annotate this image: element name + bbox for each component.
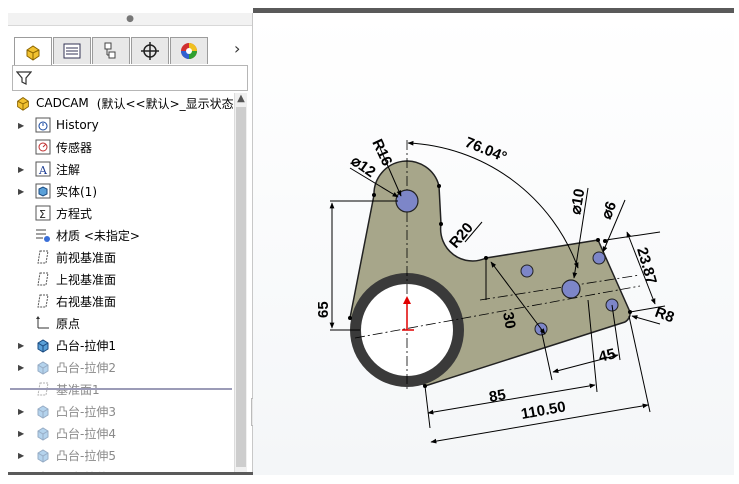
dim-d12[interactable]: ⌀12 (348, 152, 379, 181)
material-icon (34, 226, 52, 244)
expand-arrow-icon[interactable]: ▶ (18, 429, 26, 438)
tree-item[interactable]: ▶ A 注解 (8, 159, 80, 179)
svg-text:Σ: Σ (39, 208, 46, 221)
annotation-icon: A (34, 160, 52, 178)
tree-item-label: 注解 (56, 162, 81, 177)
plane-icon (34, 270, 52, 288)
feature-manager-panel: ● › CADCAM (默认<<默认>_显示状态 ▶ History 传感器 ▶… (8, 13, 253, 475)
tree-item-label: History (56, 118, 99, 132)
expand-arrow-icon[interactable]: ▶ (18, 121, 26, 130)
tree-item-label: 凸台-拉伸5 (56, 448, 116, 463)
expand-arrow-icon[interactable]: ▶ (18, 165, 26, 174)
tree-scrollbar[interactable]: ▲ (234, 93, 247, 475)
feature-filter-input[interactable] (12, 65, 248, 91)
display-manager-icon (181, 43, 197, 59)
tree-item[interactable]: 上视基准面 (8, 269, 116, 289)
hole-small-2[interactable] (592, 251, 606, 265)
part-config: (默认<<默认>_显示状态 (96, 96, 234, 111)
dim-65[interactable]: 65 (315, 301, 332, 318)
tree-item[interactable]: ▶ 凸台-拉伸4 (8, 423, 116, 443)
property-manager-icon (63, 43, 81, 59)
tree-item[interactable]: 右视基准面 (8, 291, 116, 311)
expand-arrow-icon[interactable]: ▶ (18, 341, 26, 350)
plane-icon (34, 292, 52, 310)
graphics-viewport[interactable]: R16 ⌀12 76.04° R20 ⌀10 ⌀6 23.87 R8 65 30… (253, 13, 734, 475)
dim-angle[interactable]: 76.04° (463, 134, 510, 166)
tree-item-label: 原点 (56, 316, 81, 331)
plane-icon (34, 248, 52, 266)
tab-dimxpert-manager[interactable] (131, 37, 169, 64)
dim-d10[interactable]: ⌀10 (567, 187, 588, 215)
tab-display-manager[interactable] (170, 37, 208, 64)
tab-configuration-manager[interactable] (92, 37, 130, 64)
dim-2387[interactable]: 23.87 (633, 245, 660, 286)
svg-text:A: A (38, 164, 48, 177)
tree-item[interactable]: ▶ 实体(1) (8, 181, 97, 201)
tree-item[interactable]: 原点 (8, 313, 80, 333)
dim-r20[interactable]: R20 (446, 220, 477, 252)
boss-extrude-icon (34, 358, 52, 376)
tree-item-label: 凸台-拉伸4 (56, 426, 116, 441)
tab-property-manager[interactable] (53, 37, 91, 64)
dim-30[interactable]: 30 (499, 311, 519, 330)
tree-item[interactable]: Σ 方程式 (8, 203, 92, 223)
tree-item[interactable]: ▶ 凸台-拉伸3 (8, 401, 116, 421)
tree-item-label: 凸台-拉伸3 (56, 404, 116, 419)
boss-extrude-icon (34, 424, 52, 442)
part-name: CADCAM (36, 96, 89, 110)
tree-item[interactable]: 材质 <未指定> (8, 225, 140, 245)
tree-item[interactable]: ▶ 凸台-拉伸5 (8, 445, 116, 465)
scroll-thumb[interactable] (236, 107, 246, 467)
boss-extrude-icon (34, 446, 52, 464)
dim-45[interactable]: 45 (597, 345, 617, 366)
dim-11050[interactable]: 110.50 (520, 398, 567, 423)
expand-arrow-icon[interactable]: ▶ (18, 187, 26, 196)
tree-item[interactable]: 前视基准面 (8, 247, 116, 267)
feature-manager-icon (26, 44, 40, 61)
tree-root-part[interactable]: CADCAM (默认<<默认>_显示状态 (14, 93, 234, 113)
tree-item-label: 凸台-拉伸2 (56, 360, 116, 375)
tree-item[interactable]: ▶ 凸台-拉伸1 (8, 335, 116, 355)
rollback-bar[interactable] (10, 388, 232, 390)
tree-item[interactable]: ▶ History (8, 115, 99, 135)
tab-feature-manager[interactable] (14, 37, 52, 65)
scroll-up-icon[interactable]: ▲ (235, 93, 247, 104)
boss-extrude-icon (34, 402, 52, 420)
tree-item[interactable]: ▶ 凸台-拉伸2 (8, 357, 116, 377)
expand-arrow-icon[interactable]: ▶ (18, 407, 26, 416)
solidworks-window: ● › CADCAM (默认<<默认>_显示状态 ▶ History 传感器 ▶… (0, 0, 739, 484)
filter-funnel-icon (16, 71, 32, 85)
crosshair-icon (141, 42, 159, 60)
panel-tabs (14, 37, 209, 65)
tree-item-label: 上视基准面 (56, 272, 117, 287)
history-icon (34, 116, 52, 134)
tree-item-label: 方程式 (56, 206, 93, 221)
part-icon (17, 97, 29, 111)
tree-item[interactable]: 传感器 (8, 137, 92, 157)
hole-small-1[interactable] (520, 264, 534, 278)
expand-arrow-icon[interactable]: ▶ (18, 363, 26, 372)
tree-item-label: 前视基准面 (56, 250, 117, 265)
expand-arrow-icon[interactable]: ▶ (18, 451, 26, 460)
origin-icon (34, 314, 52, 332)
tabs-scroll-right-icon[interactable]: › (234, 39, 240, 58)
boss-extrude-icon (34, 336, 52, 354)
hole-large[interactable] (561, 279, 581, 299)
solid-body-icon (34, 182, 52, 200)
dim-85[interactable]: 85 (488, 386, 507, 406)
tree-item-label: 实体(1) (56, 184, 97, 199)
sensor-icon (34, 138, 52, 156)
tree-item-label: 右视基准面 (56, 294, 117, 309)
sketch-drawing[interactable]: R16 ⌀12 76.04° R20 ⌀10 ⌀6 23.87 R8 65 30… (253, 13, 734, 475)
configuration-manager-icon (104, 42, 116, 59)
panel-grip[interactable]: ● (8, 13, 252, 26)
equation-icon: Σ (34, 204, 52, 222)
tree-item-label: 材质 <未指定> (56, 228, 140, 243)
tree-item-label: 凸台-拉伸1 (56, 338, 116, 353)
tree-item-label: 传感器 (56, 140, 93, 155)
